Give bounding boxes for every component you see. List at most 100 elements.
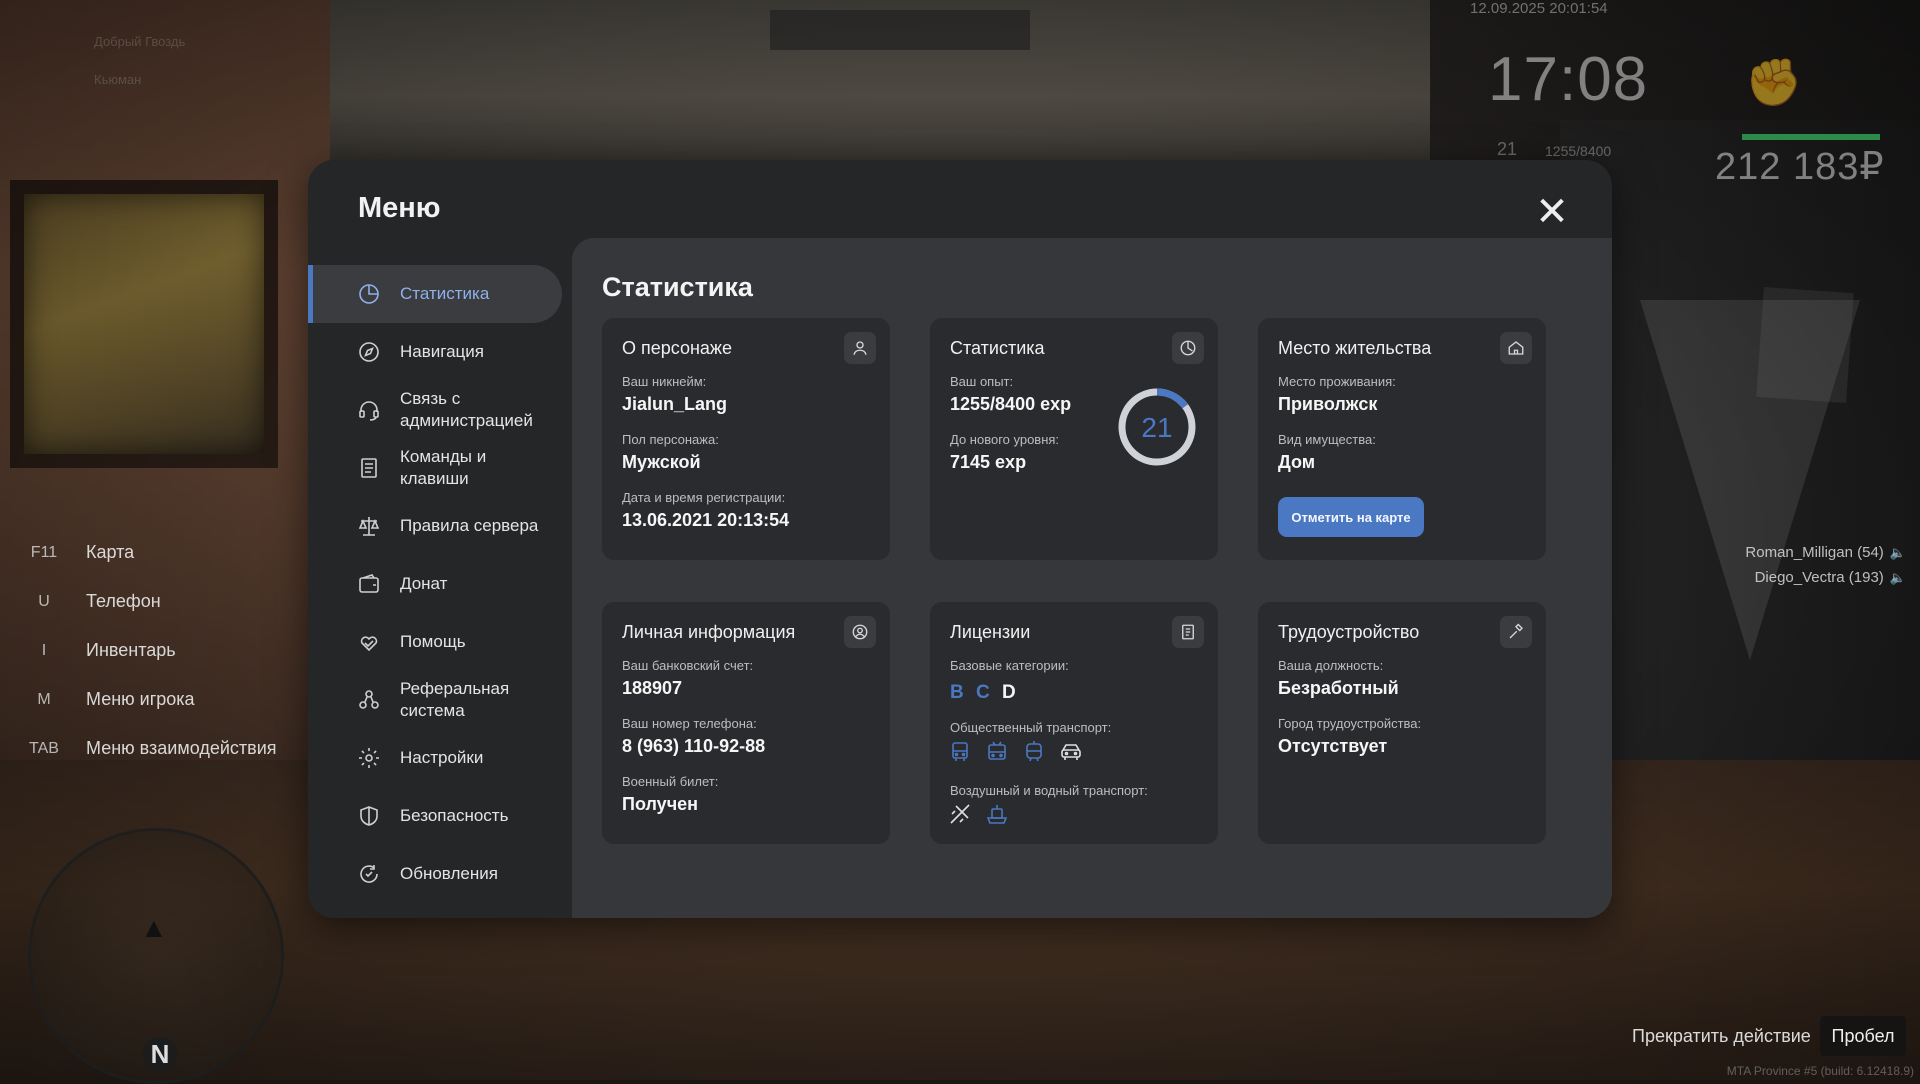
place-value: Приволжск	[1278, 394, 1378, 414]
wallet-icon	[356, 571, 382, 597]
action-label: Прекратить действие	[1632, 1026, 1811, 1046]
nav-label: Донат	[400, 574, 448, 593]
tram-icon	[1022, 740, 1046, 764]
home-icon	[1500, 332, 1532, 364]
user-circle-icon	[844, 616, 876, 648]
heart-hands-icon	[356, 629, 382, 655]
hud-money: 212 183₽	[1715, 146, 1885, 188]
nav-item-updates[interactable]: Обновления	[308, 845, 564, 903]
chat-line: Добрый Гвоздь	[94, 34, 186, 49]
nav-item-navigation[interactable]: Навигация	[308, 323, 564, 381]
nickname-value: Jialun_Lang	[622, 394, 728, 414]
nearby-players: Roman_Milligan (54) 🔈 Diego_Vectra (193) 🔈	[1745, 540, 1906, 590]
menu-title: Меню	[358, 192, 441, 224]
player-entry: Diego_Vectra (193) 🔈	[1745, 565, 1906, 590]
field-label: Базовые категории:	[950, 658, 1069, 673]
hotkey-label: Телефон	[86, 591, 161, 611]
hotkey-player-menu[interactable]: M Меню игрока	[22, 675, 322, 724]
phone-value: 8 (963) 110-92-88	[622, 736, 766, 756]
speaker-icon: 🔈	[1889, 545, 1906, 560]
hotkey-key: TAB	[29, 739, 59, 757]
license-category-c: C	[976, 682, 990, 703]
card-title: Лицензии	[950, 622, 1031, 642]
field-label: Вид имущества:	[1278, 432, 1376, 447]
field-label: Место проживания:	[1278, 374, 1396, 389]
license-category-b: B	[950, 682, 964, 703]
registration-value: 13.06.2021 20:13:54	[622, 510, 790, 530]
nav-item-commands[interactable]: Команды и клавиши	[308, 439, 564, 497]
gear-icon	[356, 745, 382, 771]
nav-item-rules[interactable]: Правила сервера	[308, 497, 564, 555]
exp-value: 1255/8400 exp	[950, 394, 1072, 414]
nav-label: Связь с администрацией	[400, 389, 533, 430]
shield-icon	[356, 803, 382, 829]
card-title: Статистика	[950, 338, 1045, 358]
hud-exp: 1255/8400	[1545, 143, 1612, 159]
hotkey-key: F11	[30, 543, 58, 561]
health-bar	[1742, 134, 1880, 140]
hotkey-map[interactable]: F11 Карта	[22, 528, 322, 577]
menu-sidebar: Статистика Навигация Связь с администрац…	[308, 265, 564, 903]
hotkey-inventory[interactable]: I Инвентарь	[22, 626, 322, 675]
nav-item-statistics[interactable]: Статистика	[308, 265, 562, 323]
nav-label: Обновления	[400, 864, 498, 883]
nav-label: Статистика	[400, 284, 490, 303]
license-category-d: D	[1002, 682, 1016, 703]
content-panel: Статистика О персонаже Ваш никнейм: Jial…	[572, 238, 1612, 918]
nav-label: Безопасность	[400, 806, 509, 825]
nav-label: Команды и клавиши	[400, 447, 487, 488]
hotkey-phone[interactable]: U Телефон	[22, 577, 322, 626]
trolleybus-icon	[985, 740, 1009, 764]
hotkey-key: M	[37, 690, 51, 708]
field-label: Военный билет:	[622, 774, 719, 789]
hotkey-label: Меню игрока	[86, 689, 195, 709]
hotkey-label: Инвентарь	[86, 640, 176, 660]
player-entry: Roman_Milligan (54) 🔈	[1745, 540, 1906, 565]
boat-icon	[985, 802, 1009, 826]
next-level-value: 7145 exp	[950, 452, 1027, 472]
field-label: Город трудоустройства:	[1278, 716, 1422, 731]
close-icon[interactable]: ✕	[1532, 192, 1572, 232]
nav-label: Помощь	[400, 632, 466, 651]
speaker-icon: 🔈	[1889, 570, 1906, 585]
field-label: До нового уровня:	[950, 432, 1060, 447]
content-title: Статистика	[602, 272, 753, 302]
level-number: 21	[1141, 412, 1172, 443]
hud-level: 21	[1497, 139, 1518, 159]
license-card-icon	[1172, 616, 1204, 648]
referral-icon	[356, 687, 382, 713]
hammer-icon	[1500, 616, 1532, 648]
nav-item-settings[interactable]: Настройки	[308, 729, 564, 787]
hotkey-label: Меню взаимодействия	[86, 738, 277, 758]
card-employment: Трудоустройство Ваша должность: Безработ…	[1258, 602, 1546, 844]
chat-line: Кьюман	[94, 72, 142, 87]
nav-item-security[interactable]: Безопасность	[308, 787, 564, 845]
nav-item-donate[interactable]: Донат	[308, 555, 564, 613]
scales-icon	[356, 513, 382, 539]
field-label: Дата и время регистрации:	[622, 490, 786, 505]
work-city-value: Отсутствует	[1278, 736, 1388, 756]
property-value: Дом	[1278, 452, 1316, 472]
player-name: Diego_Vectra (193)	[1754, 569, 1884, 586]
field-label: Ваш никнейм:	[622, 374, 707, 389]
nav-label: Реферальная система	[400, 679, 510, 720]
level-progress-ring: 21	[1118, 388, 1196, 466]
hotkey-list: F11 Карта U Телефон I Инвентарь M Меню игрок…	[22, 528, 322, 773]
nav-label: Правила сервера	[400, 516, 539, 535]
build-info: MTA Province #5 (build: 6.12418.9)	[1726, 1064, 1914, 1078]
nav-item-help[interactable]: Помощь	[308, 613, 564, 671]
action-key[interactable]: Пробел	[1820, 1016, 1906, 1056]
mark-on-map-button[interactable]: Отметить на карте	[1278, 497, 1424, 537]
card-statistics: Статистика Ваш опыт: 1255/8400 exp До но…	[930, 318, 1218, 560]
user-icon	[844, 332, 876, 364]
nav-item-admin-contact[interactable]: Связь с администрацией	[308, 381, 564, 439]
hotkey-interaction-menu[interactable]: TAB Меню взаимодействия	[22, 724, 322, 773]
fist-icon: ✊	[1745, 56, 1803, 108]
field-label: Ваша должность:	[1278, 658, 1384, 673]
bank-account-value: 188907	[622, 678, 683, 698]
nav-label: Настройки	[400, 748, 484, 767]
pie-chart-icon	[356, 281, 382, 307]
north-indicator: N	[143, 1037, 177, 1071]
nav-label: Навигация	[400, 342, 484, 361]
nav-item-referral[interactable]: Реферальная система	[308, 671, 564, 729]
